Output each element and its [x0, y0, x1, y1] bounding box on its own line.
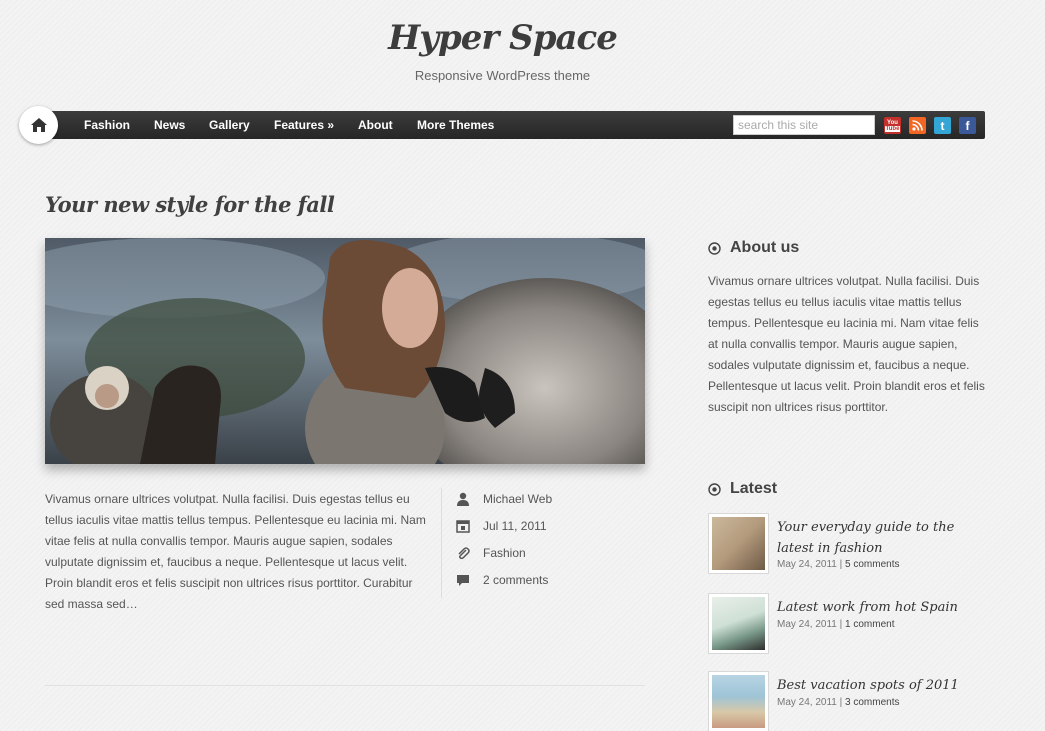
meta-divider	[441, 488, 442, 598]
latest-item-comments[interactable]: 5 comments	[845, 559, 899, 570]
fashion-photo	[45, 238, 645, 464]
target-icon	[708, 482, 721, 496]
user-icon	[455, 491, 471, 507]
calendar-icon	[455, 518, 471, 534]
home-button[interactable]	[19, 106, 58, 144]
nav-item-features[interactable]: Features »	[274, 118, 334, 132]
latest-item-meta: May 24, 2011 | 3 comments	[777, 697, 899, 708]
nav-item-news[interactable]: News	[154, 118, 185, 132]
latest-item-date: May 24, 2011	[777, 697, 837, 708]
latest-item[interactable]: Latest work from hot Spain May 24, 2011 …	[708, 593, 998, 655]
post-comments[interactable]: 2 comments	[483, 573, 548, 587]
search-input[interactable]	[733, 115, 875, 135]
post-author[interactable]: Michael Web	[483, 492, 552, 506]
post-date: Jul 11, 2011	[483, 519, 547, 533]
widget-about-title: About us	[708, 239, 799, 257]
latest-item-date: May 24, 2011	[777, 619, 837, 630]
twitter-icon[interactable]: t	[934, 117, 951, 134]
latest-thumbnail[interactable]	[708, 671, 769, 731]
youtube-icon[interactable]: You Tube	[884, 117, 901, 134]
latest-item-title[interactable]: Latest work from hot Spain	[777, 597, 992, 618]
latest-item-meta-separator: |	[836, 697, 846, 708]
post-title[interactable]: Your new style for the fall	[45, 192, 335, 217]
latest-thumbnail[interactable]	[708, 513, 769, 574]
post-featured-image[interactable]	[45, 238, 645, 464]
post-excerpt: Vivamus ornare ultrices volutpat. Nulla …	[45, 492, 426, 611]
widget-latest-label: Latest	[730, 480, 778, 497]
latest-item-meta: May 24, 2011 | 5 comments	[777, 559, 899, 570]
post-meta-comments: 2 comments	[455, 571, 548, 589]
latest-item[interactable]: Best vacation spots of 2011 May 24, 2011…	[708, 671, 998, 731]
latest-item-meta-separator: |	[836, 559, 846, 570]
nav-item-gallery[interactable]: Gallery	[209, 118, 250, 132]
post-category[interactable]: Fashion	[483, 546, 526, 560]
latest-thumbnail[interactable]	[708, 593, 769, 654]
site-logo[interactable]: Hyper Space	[0, 18, 1005, 58]
post-separator	[45, 685, 645, 686]
nav-item-fashion[interactable]: Fashion	[84, 118, 130, 132]
nav-item-more-themes[interactable]: More Themes	[417, 118, 494, 132]
post-meta-date: Jul 11, 2011	[455, 517, 547, 535]
latest-item-comments[interactable]: 1 comment	[845, 619, 894, 630]
facebook-icon[interactable]: f	[959, 117, 976, 134]
nav-item-about[interactable]: About	[358, 118, 393, 132]
home-icon	[30, 118, 47, 132]
post-meta-category: Fashion	[455, 544, 526, 562]
latest-item-date: May 24, 2011	[777, 559, 837, 570]
target-icon	[708, 241, 721, 255]
post-meta-author: Michael Web	[455, 490, 552, 508]
latest-item-meta: May 24, 2011 | 1 comment	[777, 619, 894, 630]
widget-about-label: About us	[730, 239, 800, 256]
latest-item-comments[interactable]: 3 comments	[845, 697, 899, 708]
latest-item[interactable]: Your everyday guide to the latest in fas…	[708, 513, 998, 575]
latest-item-title[interactable]: Your everyday guide to the latest in fas…	[777, 517, 992, 559]
site-tagline: Responsive WordPress theme	[414, 68, 591, 83]
about-text: Vivamus ornare ultrices volutpat. Nulla …	[708, 274, 985, 414]
latest-item-meta-separator: |	[836, 619, 846, 630]
widget-latest-title: Latest	[708, 480, 777, 498]
rss-icon[interactable]	[909, 117, 926, 134]
comment-icon	[455, 572, 471, 588]
paperclip-icon	[455, 545, 471, 561]
latest-item-title[interactable]: Best vacation spots of 2011	[777, 675, 992, 696]
